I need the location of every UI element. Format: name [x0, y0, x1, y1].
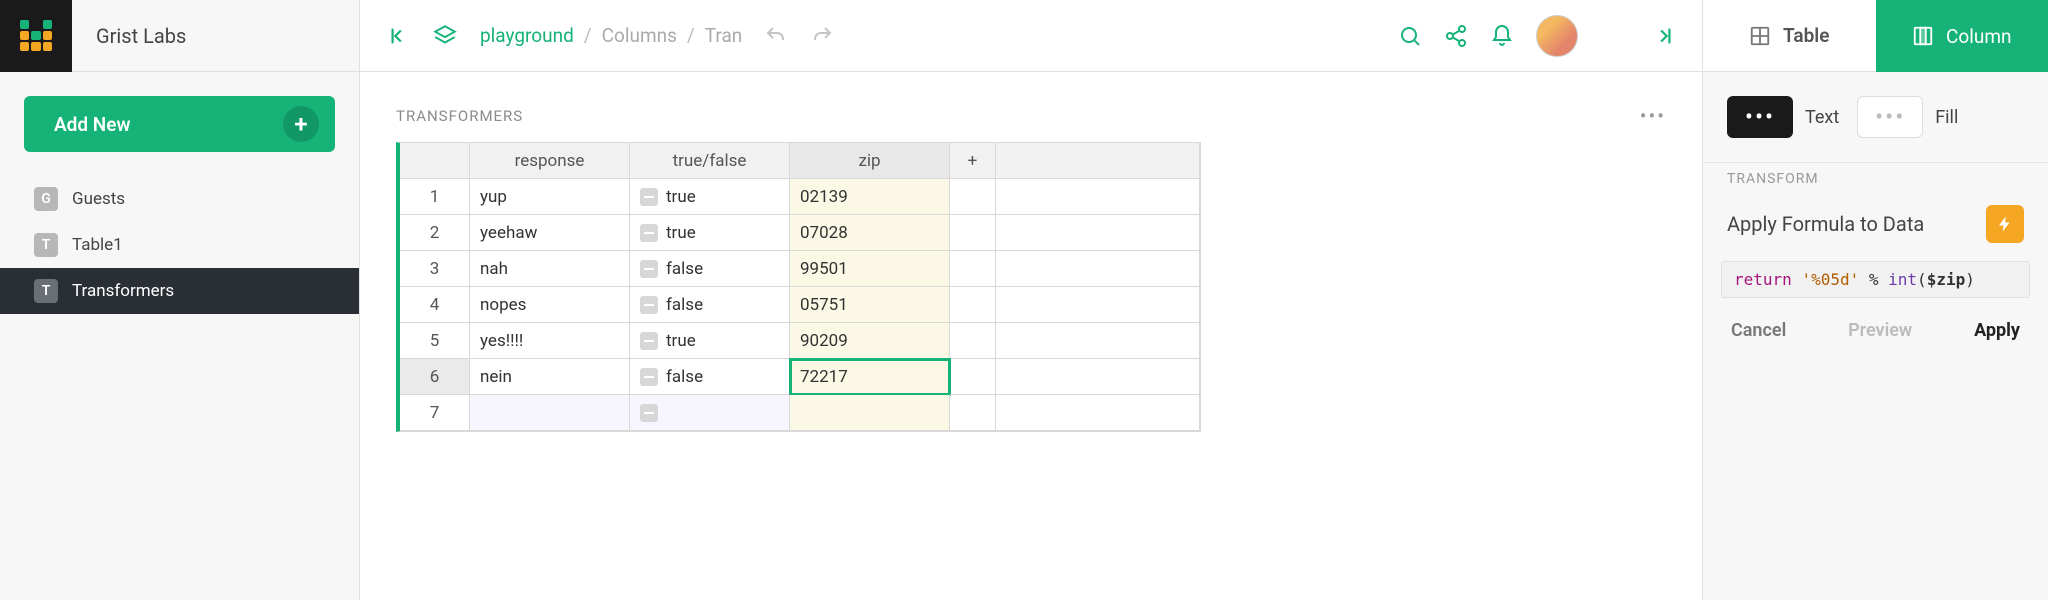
share-icon[interactable]	[1444, 24, 1468, 48]
rownum[interactable]: 7	[400, 395, 470, 431]
sidebar: Grist Labs Add New + G Guests T Table1 T…	[0, 0, 360, 600]
add-new-label: Add New	[54, 113, 131, 136]
plus-icon: +	[283, 106, 319, 142]
sidebar-item-transformers[interactable]: T Transformers	[0, 268, 359, 314]
breadcrumb: playground / Columns / Tran	[480, 24, 742, 47]
cell-truefalse[interactable]	[630, 395, 790, 431]
cell-response[interactable]: nopes	[470, 287, 630, 323]
cell-zip[interactable]: 90209	[790, 323, 950, 359]
page-icon: T	[34, 279, 58, 303]
search-icon[interactable]	[1398, 24, 1422, 48]
toggle-icon	[640, 368, 658, 386]
rownum-header[interactable]	[400, 143, 470, 179]
cell-truefalse[interactable]: false	[630, 251, 790, 287]
cell-zip[interactable]: 05751	[790, 287, 950, 323]
collapse-right-icon[interactable]	[1652, 25, 1674, 47]
sidebar-item-label: Table1	[72, 235, 123, 255]
page-icon: T	[34, 233, 58, 257]
collapse-left-icon[interactable]	[388, 25, 410, 47]
table-row: 6 nein false 72217	[400, 359, 1200, 395]
bolt-icon[interactable]	[1986, 205, 2024, 243]
text-color-button[interactable]: ••• Text	[1727, 96, 1839, 138]
rownum[interactable]: 6	[400, 359, 470, 395]
breadcrumb-mid[interactable]: Columns	[602, 24, 677, 47]
table-menu-icon[interactable]: •••	[1640, 104, 1666, 128]
toggle-icon	[640, 260, 658, 278]
table-row: 3 nah false 99501	[400, 251, 1200, 287]
transform-section-title: TRANSFORM	[1703, 162, 2048, 199]
cell-truefalse[interactable]: false	[630, 359, 790, 395]
col-header-response[interactable]: response	[470, 143, 630, 179]
cancel-button[interactable]: Cancel	[1731, 320, 1786, 341]
apply-button[interactable]: Apply	[1974, 320, 2020, 341]
sidebar-item-table1[interactable]: T Table1	[0, 222, 359, 268]
toggle-icon	[640, 224, 658, 242]
org-name[interactable]: Grist Labs	[72, 24, 359, 48]
page-icon: G	[34, 187, 58, 211]
cell-zip[interactable]	[790, 395, 950, 431]
cell-truefalse[interactable]: true	[630, 179, 790, 215]
cell-response[interactable]: nah	[470, 251, 630, 287]
redo-icon[interactable]	[810, 24, 834, 48]
cell-zip[interactable]: 99501	[790, 251, 950, 287]
cell-zip[interactable]: 07028	[790, 215, 950, 251]
breadcrumb-root[interactable]: playground	[480, 24, 574, 47]
table-row-empty: 7	[400, 395, 1200, 431]
cell-response[interactable]: yeehaw	[470, 215, 630, 251]
toggle-icon	[640, 404, 658, 422]
add-column-button[interactable]: +	[950, 143, 996, 179]
rownum[interactable]: 4	[400, 287, 470, 323]
apply-formula-label: Apply Formula to Data	[1727, 212, 1924, 236]
preview-button[interactable]: Preview	[1848, 320, 1912, 341]
formula-input[interactable]: return '%05d' % int($zip)	[1721, 261, 2030, 298]
breadcrumb-leaf[interactable]: Tran	[705, 24, 743, 47]
toggle-icon	[640, 332, 658, 350]
dots-icon: •••	[1857, 96, 1923, 138]
col-header-zip[interactable]: zip	[790, 143, 950, 179]
cell-zip[interactable]: 72217	[790, 359, 950, 395]
table-row: 1 yup true 02139	[400, 179, 1200, 215]
cell-response[interactable]: nein	[470, 359, 630, 395]
fill-color-button[interactable]: ••• Fill	[1857, 96, 1958, 138]
col-header-blank	[996, 143, 1200, 179]
cell-truefalse[interactable]: false	[630, 287, 790, 323]
cell-zip[interactable]: 02139	[790, 179, 950, 215]
dots-icon: •••	[1727, 96, 1793, 138]
data-grid: response true/false zip + 1 yup true 021…	[396, 142, 1201, 432]
nav-list: G Guests T Table1 T Transformers	[0, 176, 359, 314]
toggle-icon	[640, 296, 658, 314]
sidebar-item-guests[interactable]: G Guests	[0, 176, 359, 222]
app-logo[interactable]	[0, 0, 72, 72]
table-title: TRANSFORMERS	[396, 107, 523, 125]
rownum[interactable]: 1	[400, 179, 470, 215]
rownum[interactable]: 2	[400, 215, 470, 251]
cell-response[interactable]	[470, 395, 630, 431]
cell-truefalse[interactable]: true	[630, 215, 790, 251]
topbar: playground / Columns / Tran	[360, 0, 1702, 72]
undo-icon[interactable]	[764, 24, 788, 48]
bell-icon[interactable]	[1490, 24, 1514, 48]
col-header-truefalse[interactable]: true/false	[630, 143, 790, 179]
table-row: 5 yes!!!! true 90209	[400, 323, 1200, 359]
sidebar-item-label: Transformers	[72, 281, 174, 301]
cell-response[interactable]: yes!!!!	[470, 323, 630, 359]
add-new-button[interactable]: Add New +	[24, 96, 335, 152]
tab-column[interactable]: Column	[1876, 0, 2048, 72]
right-panel: Table Column ••• Text ••• Fill TRANSFORM…	[1702, 0, 2048, 600]
tab-table[interactable]: Table	[1703, 0, 1876, 72]
rownum[interactable]: 5	[400, 323, 470, 359]
cell-response[interactable]: yup	[470, 179, 630, 215]
main: playground / Columns / Tran	[360, 0, 1702, 600]
layers-icon[interactable]	[432, 23, 458, 49]
sidebar-header: Grist Labs	[0, 0, 359, 72]
table-title-row: TRANSFORMERS •••	[396, 104, 1666, 128]
toggle-icon	[640, 188, 658, 206]
rownum[interactable]: 3	[400, 251, 470, 287]
sidebar-item-label: Guests	[72, 189, 125, 209]
cell-truefalse[interactable]: true	[630, 323, 790, 359]
avatar[interactable]	[1536, 15, 1578, 57]
table-row: 2 yeehaw true 07028	[400, 215, 1200, 251]
table-row: 4 nopes false 05751	[400, 287, 1200, 323]
